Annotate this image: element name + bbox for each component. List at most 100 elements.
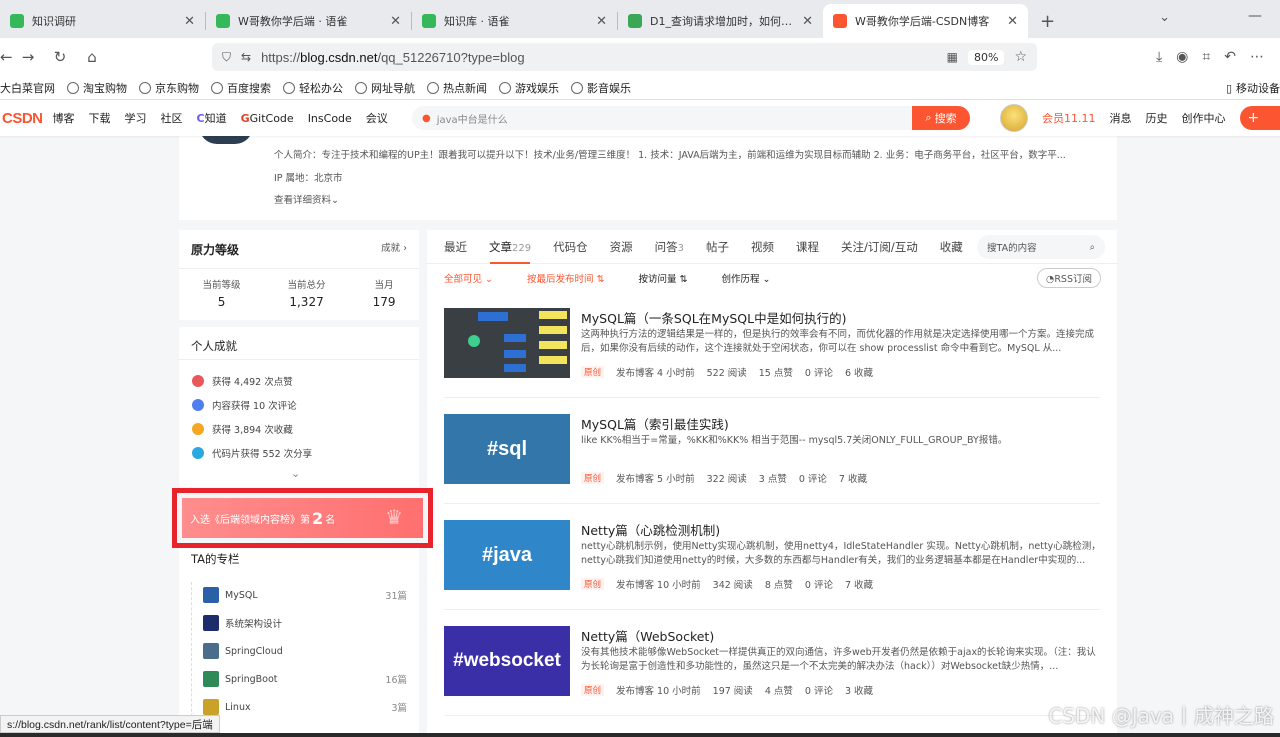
filter-visibility[interactable]: 全部可见 ⌄ <box>444 271 493 285</box>
article-title[interactable]: MySQL篇（索引最佳实践) <box>581 414 729 433</box>
article-thumbnail[interactable]: #sql <box>444 414 570 484</box>
nav-inscode[interactable]: InsCode <box>308 112 352 125</box>
mobile-bookmarks[interactable]: ▯ 移动设备 <box>1226 80 1280 96</box>
download-icon[interactable]: ⤓ <box>1156 49 1162 65</box>
bookmark-item[interactable]: 网址导航 <box>355 80 415 96</box>
bookmark-star-icon[interactable]: ☆ <box>1014 49 1027 65</box>
article-title[interactable]: MySQL篇（一条SQL在MySQL中是如何执行的) <box>581 308 846 327</box>
browser-tab[interactable]: D1_查询请求增加时，如何做主 ✕ <box>618 4 823 38</box>
original-badge: 原创 <box>581 578 605 590</box>
tab-qa[interactable]: 问答3 <box>655 239 684 255</box>
tab-repos[interactable]: 代码仓 <box>553 239 588 255</box>
new-tab-button[interactable]: + <box>1040 11 1055 32</box>
filter-sort-time[interactable]: 按最后发布时间 ⇅ <box>527 271 605 285</box>
back-icon[interactable]: ← <box>0 48 13 66</box>
bookmark-item[interactable]: 轻松办公 <box>283 80 343 96</box>
browser-tab[interactable]: 知识调研 ✕ <box>0 4 205 38</box>
search-input[interactable]: ● java中台是什么 <box>412 106 912 130</box>
nav-blog[interactable]: 博客 <box>53 110 75 126</box>
column-item[interactable]: SpringBoot 16篇 <box>179 665 419 693</box>
screenshot-icon[interactable]: ⌗ <box>1202 49 1210 65</box>
zoom-level[interactable]: 80% <box>967 49 1005 65</box>
globe-icon <box>355 81 367 94</box>
content-search-input[interactable]: 搜TA的内容 ⌕ <box>977 235 1105 259</box>
close-icon[interactable]: ✕ <box>1007 14 1018 29</box>
browser-tab[interactable]: 知识库 · 语雀 ✕ <box>412 4 617 38</box>
tab-courses[interactable]: 课程 <box>796 239 819 255</box>
vip-link[interactable]: 会员11.11 <box>1042 110 1096 126</box>
tab-videos[interactable]: 视频 <box>751 239 774 255</box>
column-item[interactable]: 系统架构设计 <box>179 609 419 637</box>
overflow-icon[interactable]: ⋯ <box>1250 49 1264 65</box>
article-title[interactable]: Netty篇（心跳检测机制) <box>581 520 720 539</box>
history-link[interactable]: 历史 <box>1146 110 1168 126</box>
reload-icon[interactable]: ↻ <box>44 48 76 66</box>
column-item[interactable]: SpringCloud <box>179 637 419 665</box>
article-item[interactable]: MySQL篇（一条SQL在MySQL中是如何执行的) 这两种执行方法的逻辑结果是… <box>444 292 1100 398</box>
url-text[interactable]: https://blog.csdn.net/qq_51226710?type=b… <box>261 50 937 65</box>
article-thumbnail[interactable]: #java <box>444 520 570 590</box>
nav-download[interactable]: 下载 <box>89 110 111 126</box>
home-icon[interactable]: ⌂ <box>76 48 108 66</box>
nav-gitcode[interactable]: GGitCode <box>241 112 294 125</box>
search-button[interactable]: ⌕ 搜索 <box>912 106 970 130</box>
tab-articles[interactable]: 文章229 <box>489 239 531 255</box>
minimize-icon[interactable]: — <box>1248 8 1262 24</box>
create-button[interactable]: + <box>1239 106 1280 130</box>
nav-learn[interactable]: 学习 <box>125 110 147 126</box>
avatar[interactable] <box>1000 104 1028 132</box>
article-meta: 原创 发布博客 4 小时前 522 阅读 15 点赞 0 评论 6 收藏 <box>581 365 873 379</box>
article-thumbnail[interactable] <box>444 308 570 378</box>
article-item[interactable]: #java Netty篇（心跳检测机制) netty心跳机制示例，使用Netty… <box>444 504 1101 610</box>
bookmark-item[interactable]: 游戏娱乐 <box>499 80 559 96</box>
bookmark-item[interactable]: 京东购物 <box>139 80 199 96</box>
qr-code-icon[interactable]: ▦ <box>947 50 958 64</box>
achievement-link[interactable]: 成就 › <box>381 240 407 254</box>
filter-sort-views[interactable]: 按访问量 ⇅ <box>639 271 688 285</box>
close-icon[interactable]: ✕ <box>802 14 813 29</box>
bookmark-label: 网址导航 <box>371 81 415 95</box>
bookmark-item[interactable]: 大白菜官网 <box>0 80 55 96</box>
mobile-icon: ▯ <box>1225 81 1232 95</box>
bookmark-item[interactable]: 热点新闻 <box>427 80 487 96</box>
messages-link[interactable]: 消息 <box>1110 110 1132 126</box>
nav-zhidao[interactable]: C知道 <box>197 110 227 126</box>
column-item[interactable]: MySQL 31篇 <box>179 581 419 609</box>
nav-community[interactable]: 社区 <box>161 110 183 126</box>
close-icon[interactable]: ✕ <box>596 14 607 29</box>
nav-meeting[interactable]: 会议 <box>366 110 388 126</box>
article-thumbnail[interactable]: #websocket <box>444 626 570 696</box>
bookmark-item[interactable]: 百度搜索 <box>211 80 271 96</box>
article-item[interactable]: #sql MySQL篇（索引最佳实践) like KK%相当于=常量，%KK和%… <box>444 398 1100 504</box>
creator-center-link[interactable]: 创作中心 <box>1182 110 1226 126</box>
page-info-icon[interactable]: ⇆ <box>241 50 251 64</box>
profile-more-link[interactable]: 查看详细资料⌄ <box>274 192 339 206</box>
browser-tab-active[interactable]: W哥教你学后端-CSDN博客 ✕ <box>823 4 1028 38</box>
tab-recent[interactable]: 最近 <box>444 239 467 255</box>
filter-history[interactable]: 创作历程 ⌄ <box>722 271 771 285</box>
rank-banner[interactable]: 入选《后端领域内容榜》第 2 名 ♛ <box>182 498 423 538</box>
forward-icon[interactable]: → <box>12 48 44 66</box>
search-icon[interactable]: ⌕ <box>1090 242 1095 253</box>
address-bar[interactable]: ⛉ ⇆ https://blog.csdn.net/qq_51226710?ty… <box>212 43 1037 71</box>
tab-resources[interactable]: 资源 <box>610 239 633 255</box>
undo-icon[interactable]: ↶ <box>1224 49 1236 65</box>
account-icon[interactable]: ◉ <box>1176 49 1188 65</box>
article-title[interactable]: Netty篇（WebSocket) <box>581 626 714 645</box>
chevron-down-icon[interactable]: ⌄ <box>291 467 300 480</box>
bookmark-item[interactable]: 影音娱乐 <box>571 80 631 96</box>
tab-favorites[interactable]: 收藏 <box>940 239 963 255</box>
chevron-down-icon[interactable]: ⌄ <box>1159 10 1170 25</box>
rss-button[interactable]: ◔RSS订阅 <box>1037 268 1101 288</box>
achievement-item: 代码片获得 552 次分享 <box>192 441 312 465</box>
csdn-logo[interactable]: CSDN <box>2 110 43 127</box>
article-item[interactable]: #websocket Netty篇（WebSocket) 没有其他技术能够像We… <box>444 610 1100 716</box>
tab-follow[interactable]: 关注/订阅/互动 <box>841 239 918 255</box>
browser-tab[interactable]: W哥教你学后端 · 语雀 ✕ <box>206 4 411 38</box>
bookmark-item[interactable]: 淘宝购物 <box>67 80 127 96</box>
close-icon[interactable]: ✕ <box>390 14 401 29</box>
shield-icon[interactable]: ⛉ <box>222 50 231 65</box>
tab-label: 最近 <box>444 239 467 254</box>
tab-posts[interactable]: 帖子 <box>706 239 729 255</box>
close-icon[interactable]: ✕ <box>184 14 195 29</box>
